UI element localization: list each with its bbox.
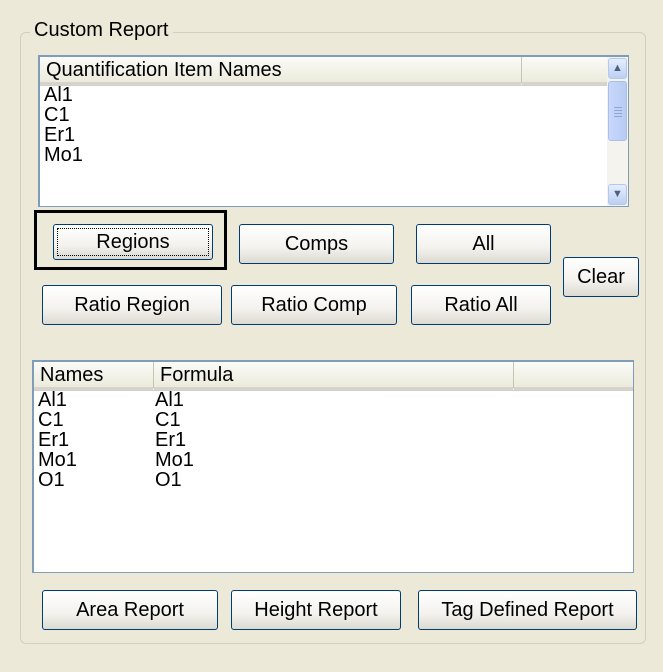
formula-cell: Al1 (155, 389, 184, 411)
formula-cell: Mo1 (155, 449, 194, 471)
all-button[interactable]: All (416, 224, 551, 264)
clear-button[interactable]: Clear (563, 257, 639, 297)
grip-line (614, 116, 622, 117)
list-item[interactable]: Al1 (44, 85, 83, 105)
grip-line (614, 113, 622, 114)
ratio-all-button[interactable]: Ratio All (411, 285, 551, 325)
tag-defined-report-button[interactable]: Tag Defined Report (418, 590, 637, 630)
group-title: Custom Report (30, 18, 173, 42)
column-header-formula[interactable]: Formula (154, 362, 514, 390)
column-header-blank[interactable] (522, 57, 608, 85)
formula-cell: C1 (155, 409, 181, 431)
regions-button[interactable]: Regions (53, 224, 213, 260)
ratio-comp-button[interactable]: Ratio Comp (231, 285, 397, 325)
vertical-scrollbar[interactable]: ▲ ▼ (607, 57, 628, 206)
column-header-blank[interactable] (514, 362, 633, 390)
quantification-items-list[interactable]: Quantification Item Names Al1 C1 Er1 Mo1… (38, 55, 629, 207)
list-rows: Al1 C1 Er1 Mo1 (44, 85, 83, 165)
formula-cell: O1 (155, 469, 182, 491)
list-header: Names Formula (34, 362, 633, 391)
name-cell: Al1 (38, 389, 67, 411)
formula-cell: Er1 (155, 429, 187, 451)
formula-list[interactable]: Names Formula Al1 Al1 C1 C1 Er1 Er1 Mo1 Mo1 … (32, 360, 634, 573)
list-item[interactable]: C1 (44, 105, 83, 125)
scroll-up-arrow-icon[interactable]: ▲ (608, 58, 627, 79)
list-item[interactable]: Er1 (44, 125, 83, 145)
area-report-button[interactable]: Area Report (42, 590, 218, 630)
column-header-quantification-item-names[interactable]: Quantification Item Names (40, 57, 522, 85)
ratio-region-button[interactable]: Ratio Region (42, 285, 222, 325)
list-header: Quantification Item Names (40, 57, 628, 86)
name-cell: C1 (38, 409, 64, 431)
scroll-down-arrow-icon[interactable]: ▼ (608, 184, 627, 205)
comps-button[interactable]: Comps (239, 224, 394, 264)
name-cell: Mo1 (38, 449, 77, 471)
height-report-button[interactable]: Height Report (231, 590, 401, 630)
list-item[interactable]: Mo1 (44, 145, 83, 165)
grip-line (614, 110, 622, 111)
column-header-names[interactable]: Names (34, 362, 154, 390)
name-cell: Er1 (38, 429, 70, 451)
grip-line (614, 107, 622, 108)
name-cell: O1 (38, 469, 65, 491)
scroll-thumb[interactable] (608, 81, 627, 141)
